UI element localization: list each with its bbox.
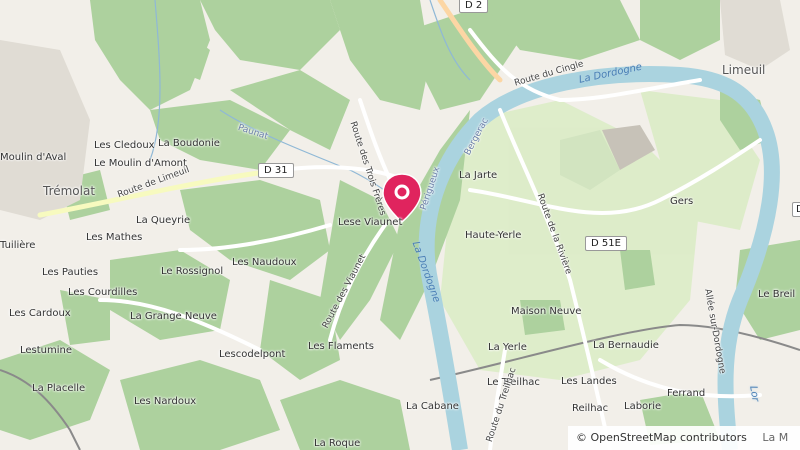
place-label: La Cabane (406, 401, 459, 412)
map-attribution[interactable]: © OpenStreetMap contributors La M (568, 426, 800, 450)
place-label: Les Mathes (86, 232, 143, 243)
road-shield-d2: D 2 (459, 0, 489, 13)
edge-label-fragment: La M (762, 431, 789, 444)
place-label: Les Pauties (42, 267, 99, 278)
place-label: La Grange Neuve (130, 311, 217, 322)
place-label: Lescodelpont (219, 349, 286, 360)
place-label: Reilhac (572, 403, 609, 414)
place-label: Les Cledoux (94, 140, 155, 151)
place-label: Ferrand (667, 388, 706, 399)
place-label: Lese Viaunet (338, 217, 403, 228)
place-label: Gers (670, 196, 694, 207)
river-label: Lor (747, 385, 761, 403)
town-label-limeuil: Limeuil (722, 63, 766, 77)
edge-shield-fragment: D (792, 202, 800, 217)
place-label: La Queyrie (136, 215, 191, 226)
place-label: La Placelle (32, 383, 86, 394)
place-label: La Jarte (459, 170, 498, 181)
road-shield-d51e: D 51E (585, 236, 627, 251)
place-label: Les Flaments (308, 341, 374, 352)
place-label: Maison Neuve (511, 306, 582, 317)
place-label: La Roque (314, 438, 361, 449)
attribution-text[interactable]: © OpenStreetMap contributors (576, 431, 747, 444)
place-label: Le Breil (758, 289, 796, 300)
place-label: Tuilière (0, 240, 36, 251)
place-label: Les Courdilles (68, 287, 138, 298)
place-label: Lestumine (20, 345, 73, 356)
place-label: La Boudonie (158, 138, 220, 149)
place-label: Haute-Yerle (465, 230, 522, 241)
place-label: Moulin d'Aval (0, 152, 67, 163)
place-label: Les Nardoux (134, 396, 197, 407)
place-label: Les Naudoux (232, 257, 297, 268)
place-label: La Yerle (488, 342, 527, 353)
road-shield-d31: D 31 (258, 163, 294, 178)
place-label: Les Cardoux (9, 308, 71, 319)
town-label-tremolat: Trémolat (43, 184, 96, 198)
place-label: Les Landes (561, 376, 617, 387)
place-label: Le Rossignol (161, 266, 224, 277)
place-label: La Bernaudie (593, 340, 659, 351)
place-label: Laborie (624, 401, 662, 412)
